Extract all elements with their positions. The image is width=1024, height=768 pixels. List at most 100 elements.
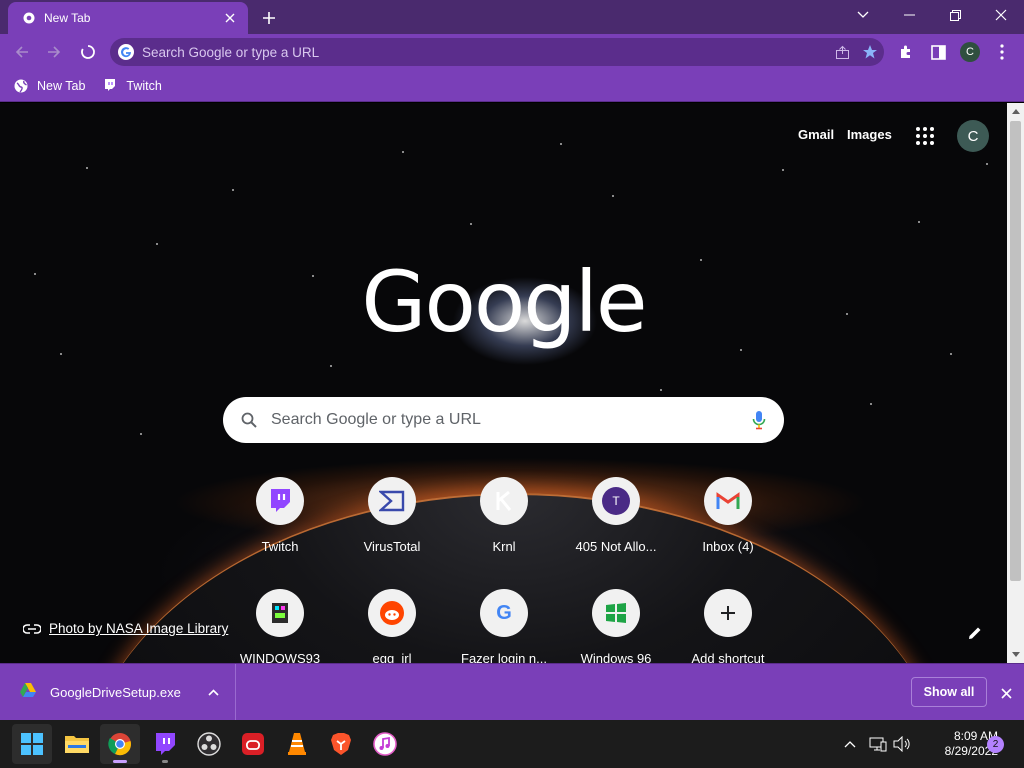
- creative-cloud-icon[interactable]: [233, 724, 273, 764]
- google-g-icon: [118, 44, 134, 60]
- restore-icon[interactable]: [932, 0, 978, 30]
- letter-t-icon: T: [592, 477, 640, 525]
- google-drive-icon: [20, 683, 36, 702]
- scroll-down-icon[interactable]: [1007, 646, 1024, 663]
- active-indicator: [113, 760, 127, 763]
- new-tab-button[interactable]: [258, 7, 280, 29]
- shortcut-label: VirusTotal: [363, 539, 421, 554]
- new-tab-page: Gmail Images C Google Search Google or t…: [0, 103, 1007, 663]
- gmail-link[interactable]: Gmail: [798, 127, 834, 142]
- volume-icon[interactable]: [890, 732, 914, 756]
- show-all-button[interactable]: Show all: [911, 677, 987, 707]
- shortcut-twitch[interactable]: Twitch: [224, 477, 336, 554]
- toolbar: Search Google or type a URL C: [0, 34, 1024, 70]
- extensions-icon[interactable]: [893, 39, 919, 65]
- notification-badge[interactable]: 2: [987, 736, 1004, 753]
- shortcut-windows93[interactable]: WINDOWS93: [224, 589, 336, 663]
- minimize-icon[interactable]: [886, 0, 932, 30]
- add-shortcut-button[interactable]: Add shortcut: [672, 589, 784, 663]
- bookmark-new-tab[interactable]: New Tab: [14, 79, 85, 93]
- chrome-taskbar-icon[interactable]: [100, 724, 140, 764]
- shortcut-label: Twitch: [261, 539, 299, 554]
- loading-spinner-icon[interactable]: [75, 39, 101, 65]
- menu-kebab-icon[interactable]: [989, 39, 1015, 65]
- plus-icon: [704, 589, 752, 637]
- google-apps-icon[interactable]: [912, 123, 938, 149]
- tab-search-icon[interactable]: [840, 0, 886, 30]
- itunes-icon[interactable]: [365, 724, 405, 764]
- close-shelf-icon[interactable]: [996, 683, 1016, 703]
- ntp-search-box[interactable]: Search Google or type a URL: [223, 397, 784, 443]
- vlc-icon[interactable]: [277, 724, 317, 764]
- chevron-up-tray-icon[interactable]: [838, 732, 862, 756]
- shortcut-label: WINDOWS93: [239, 651, 321, 663]
- shortcut-krnl[interactable]: Krnl: [448, 477, 560, 554]
- windows93-icon: [256, 589, 304, 637]
- tab-strip: New Tab: [0, 0, 1024, 34]
- share-icon[interactable]: [828, 38, 856, 66]
- google-logo: Google: [361, 253, 647, 351]
- shortcut-virustotal[interactable]: VirusTotal: [336, 477, 448, 554]
- shortcut-label: 405 Not Allo...: [575, 539, 657, 554]
- chrome-favicon-icon: [22, 11, 36, 25]
- obs-icon[interactable]: [189, 724, 229, 764]
- link-icon: [23, 623, 41, 634]
- starfield-background: [0, 103, 1007, 663]
- shortcut-label: Windows 96: [580, 651, 652, 663]
- bookmarks-bar: New Tab Twitch: [0, 70, 1024, 102]
- search-icon: [241, 412, 257, 428]
- shortcut-label: Inbox (4): [702, 539, 754, 554]
- network-icon[interactable]: [866, 732, 890, 756]
- scrollbar-thumb[interactable]: [1010, 121, 1021, 581]
- twitch-taskbar-icon[interactable]: [145, 724, 185, 764]
- clock-date: 8/29/2022: [944, 744, 998, 758]
- windows-logo-icon: [21, 733, 43, 755]
- profile-letter: C: [960, 42, 980, 62]
- forward-button[interactable]: [41, 39, 67, 65]
- shortcut-egg-irl[interactable]: egg_irl: [336, 589, 448, 663]
- shortcut-windows-96[interactable]: Windows 96: [560, 589, 672, 663]
- shortcut-letter: T: [602, 487, 630, 515]
- chevron-up-icon[interactable]: [208, 689, 219, 696]
- clock-time: 8:09 AM: [953, 729, 998, 743]
- krnl-icon: [480, 477, 528, 525]
- account-avatar[interactable]: C: [957, 120, 989, 152]
- bookmark-twitch[interactable]: Twitch: [103, 79, 162, 93]
- customize-pencil-icon[interactable]: [964, 622, 986, 644]
- scroll-up-icon[interactable]: [1007, 103, 1024, 120]
- twitch-icon: [256, 477, 304, 525]
- profile-avatar[interactable]: C: [957, 39, 983, 65]
- download-shelf: GoogleDriveSetup.exe Show all: [0, 663, 1024, 721]
- google-g-icon: G: [480, 589, 528, 637]
- vertical-scrollbar[interactable]: [1007, 103, 1024, 663]
- background-attribution-link[interactable]: Photo by NASA Image Library: [23, 621, 228, 636]
- gmail-icon: [704, 477, 752, 525]
- images-link[interactable]: Images: [847, 127, 892, 142]
- bookmark-star-icon[interactable]: [856, 38, 884, 66]
- shortcut-405-not-allowed[interactable]: T 405 Not Allo...: [560, 477, 672, 554]
- twitch-icon: [103, 79, 117, 93]
- virustotal-icon: [368, 477, 416, 525]
- brave-icon[interactable]: [321, 724, 361, 764]
- system-clock[interactable]: 8:09 AM 8/29/2022: [918, 729, 998, 759]
- omnibox-placeholder: Search Google or type a URL: [142, 44, 320, 60]
- attribution-text: Photo by NASA Image Library: [49, 621, 229, 636]
- omnibox[interactable]: Search Google or type a URL: [110, 38, 884, 66]
- shortcut-label: Fazer login n...: [461, 651, 547, 663]
- start-button[interactable]: [12, 724, 52, 764]
- shortcut-label: Krnl: [492, 539, 516, 554]
- shortcut-inbox[interactable]: Inbox (4): [672, 477, 784, 554]
- shortcut-letter: G: [496, 601, 512, 624]
- voice-search-mic-icon[interactable]: [752, 410, 766, 430]
- side-panel-icon[interactable]: [925, 39, 951, 65]
- tab-new-tab[interactable]: New Tab: [8, 2, 248, 34]
- file-explorer-icon[interactable]: [57, 724, 97, 764]
- download-item[interactable]: GoogleDriveSetup.exe: [0, 664, 236, 721]
- taskbar: 8:09 AM 8/29/2022 2: [0, 720, 1024, 768]
- shortcut-label: Add shortcut: [691, 651, 765, 663]
- windows96-icon: [592, 589, 640, 637]
- shortcut-fazer-login[interactable]: G Fazer login n...: [448, 589, 560, 663]
- tab-close-icon[interactable]: [222, 10, 238, 26]
- back-button[interactable]: [9, 39, 35, 65]
- close-window-icon[interactable]: [978, 0, 1024, 30]
